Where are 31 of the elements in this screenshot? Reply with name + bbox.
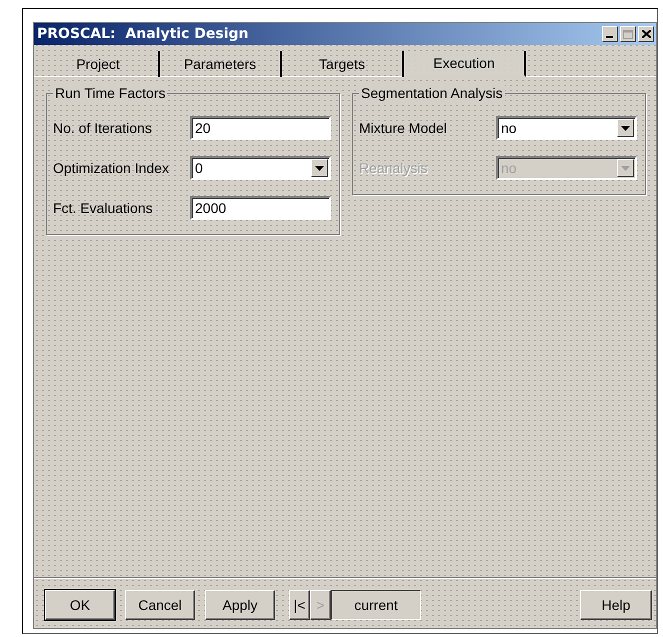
- dropdown[interactable]: 0: [190, 156, 331, 180]
- tab[interactable]: Project: [38, 51, 160, 77]
- dialog-button[interactable]: Cancel: [125, 590, 195, 620]
- field-label: Optimization Index: [53, 158, 170, 178]
- caret-icon: [621, 126, 630, 130]
- caret-icon: [621, 166, 630, 170]
- window-title: PROSCAL: Analytic Design: [37, 24, 248, 44]
- tab[interactable]: Parameters: [160, 51, 282, 77]
- help-button[interactable]: Help: [580, 590, 652, 620]
- field-label: Reanalysis: [359, 158, 428, 178]
- dialog-button[interactable]: Apply: [205, 590, 275, 620]
- tab[interactable]: Execution: [404, 51, 526, 77]
- field-label: Fct. Evaluations: [53, 198, 154, 218]
- group-title: Run Time Factors: [53, 85, 168, 101]
- field-label: Mixture Model: [359, 118, 448, 138]
- field-label: No. of Iterations: [53, 118, 153, 138]
- dropdown-button[interactable]: [311, 159, 328, 177]
- maximize-button[interactable]: [620, 26, 636, 42]
- minimize-button[interactable]: [602, 26, 618, 42]
- input-field[interactable]: 2000: [190, 196, 331, 220]
- input-field[interactable]: 20: [190, 116, 331, 140]
- close-icon: [642, 30, 650, 38]
- caret-icon: [315, 166, 324, 170]
- dropdown[interactable]: no: [496, 116, 637, 140]
- group-title: Segmentation Analysis: [359, 85, 505, 101]
- nav-button[interactable]: |<: [289, 590, 310, 620]
- record-field: current: [331, 590, 421, 620]
- maximize-icon: [623, 30, 633, 38]
- dialog-button[interactable]: OK: [45, 590, 115, 620]
- close-button[interactable]: [638, 26, 654, 42]
- dropdown-button[interactable]: [617, 119, 634, 137]
